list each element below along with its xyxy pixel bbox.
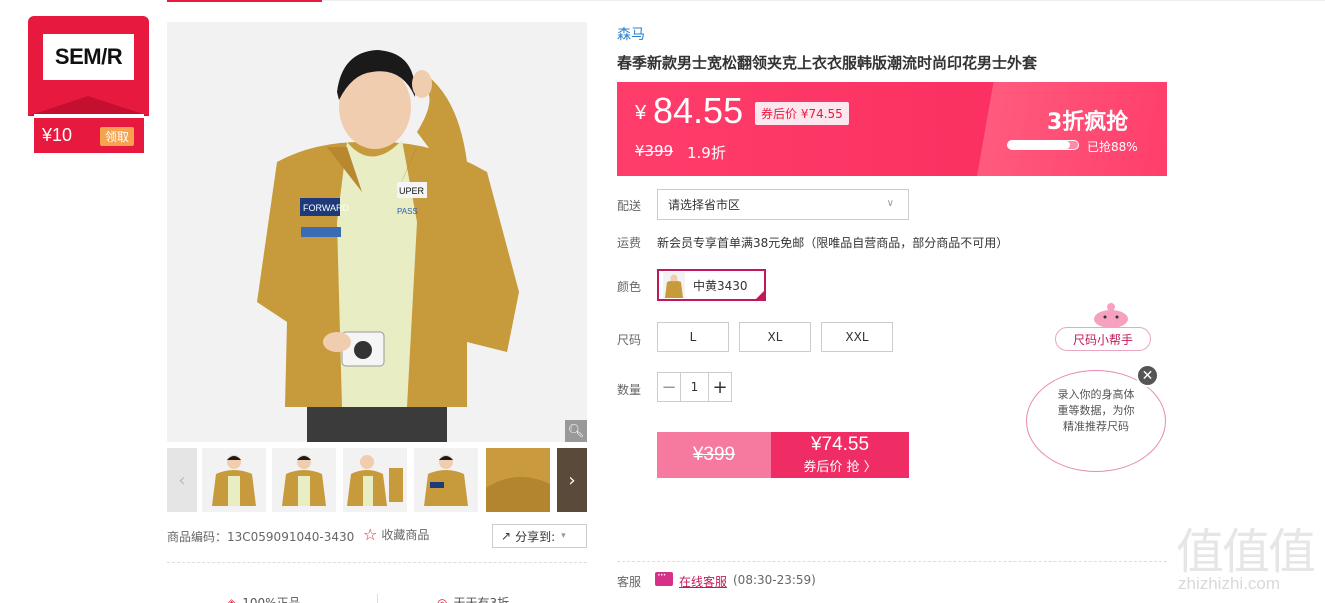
thumbnail-image bbox=[272, 448, 336, 512]
divider bbox=[167, 562, 587, 563]
brand-link[interactable]: 森马 bbox=[617, 24, 645, 44]
color-option-selected[interactable]: 中黄3430 bbox=[657, 269, 766, 301]
shipping-label: 运费 bbox=[617, 236, 642, 250]
discount-rate: 1.9折 bbox=[687, 144, 726, 162]
share-label: 分享到: bbox=[515, 529, 556, 544]
guarantee-discount: ◎ 天天有3折 bbox=[437, 594, 509, 603]
guarantee-authentic: ◈ 100%正品 bbox=[227, 594, 301, 603]
product-page: SEM/R ¥10 领取 FORWARD UPER PASS 🔍︎ ‹ › 商品… bbox=[0, 0, 1325, 603]
thumbnail[interactable] bbox=[343, 448, 407, 512]
model-illustration: FORWARD UPER PASS bbox=[167, 22, 587, 442]
favorite-button[interactable]: ☆ 收藏商品 bbox=[363, 525, 429, 544]
color-swatch bbox=[663, 272, 685, 298]
chevron-left-icon[interactable]: ‹ bbox=[167, 448, 197, 512]
svg-text:UPER: UPER bbox=[399, 186, 425, 196]
region-select-value: 请选择省市区 bbox=[668, 198, 741, 212]
top-divider bbox=[322, 0, 1325, 1]
thumbnail-image bbox=[414, 448, 478, 512]
selected-check-icon bbox=[754, 289, 766, 301]
watermark-chars: 值值值 bbox=[1176, 524, 1316, 580]
color-name: 中黄3430 bbox=[693, 278, 748, 293]
svg-text:FORWARD: FORWARD bbox=[303, 203, 349, 213]
coupon-claim-button[interactable]: 领取 bbox=[99, 127, 134, 146]
badge-fold bbox=[28, 96, 149, 116]
store-coupon[interactable]: ¥10 领取 bbox=[34, 114, 144, 153]
chevron-down-icon: ∨ bbox=[886, 198, 894, 209]
favorite-label: 收藏商品 bbox=[381, 528, 430, 542]
shipping-info: 新会员专享首单满38元免邮（限唯品自营商品，部分商品不可用） bbox=[657, 236, 1009, 250]
service-label: 客服 bbox=[617, 575, 642, 589]
separator bbox=[377, 594, 378, 603]
bubble-line: 录入你的身高体 bbox=[1057, 388, 1135, 401]
bubble-line: 重等数据，为你 bbox=[1057, 404, 1135, 417]
share-icon: ↗ bbox=[501, 529, 512, 543]
svg-text:PASS: PASS bbox=[397, 207, 418, 216]
flash-sale-title: 3折疯抢 bbox=[1047, 110, 1129, 135]
service-hours: (08:30-23:59) bbox=[733, 573, 816, 587]
thumbnail-image bbox=[343, 448, 407, 512]
thumbnail[interactable] bbox=[414, 448, 478, 512]
currency-symbol: ¥ bbox=[635, 102, 647, 124]
current-price: 84.55 bbox=[653, 90, 744, 131]
delivery-label: 配送 bbox=[617, 199, 642, 213]
quantity-value[interactable]: 1 bbox=[680, 373, 709, 401]
coupon-price-tag: 券后价 ¥74.55 bbox=[755, 102, 849, 125]
guarantee-strip: ◈ 100%正品 ◎ 天天有3折 bbox=[167, 590, 587, 603]
quantity-stepper: − 1 + bbox=[657, 372, 732, 402]
divider bbox=[617, 561, 1167, 562]
chat-icon bbox=[655, 568, 673, 586]
star-icon: ☆ bbox=[363, 525, 378, 544]
sold-progress-bar bbox=[1007, 140, 1079, 150]
watermark: 值值值 zhizhizhi.com bbox=[1172, 512, 1322, 602]
thumbnail[interactable] bbox=[272, 448, 336, 512]
sold-progress-fill bbox=[1008, 141, 1070, 149]
chevron-right-icon[interactable]: › bbox=[557, 448, 587, 512]
swatch-image bbox=[663, 272, 685, 298]
decrease-button[interactable]: − bbox=[658, 373, 680, 401]
watermark-url: zhizhizhi.com bbox=[1178, 574, 1281, 593]
buy-coupon-cta: 券后价 抢 〉 bbox=[803, 460, 877, 475]
shield-icon: ◈ bbox=[227, 595, 237, 603]
magnifier-icon[interactable]: 🔍︎ bbox=[565, 420, 587, 442]
thumbnail[interactable] bbox=[486, 448, 550, 512]
color-label: 颜色 bbox=[617, 280, 642, 294]
thumbnail-image bbox=[486, 448, 550, 512]
region-select[interactable]: 请选择省市区 ∨ bbox=[657, 189, 909, 220]
size-option-xl[interactable]: XL bbox=[739, 322, 811, 352]
original-price: ¥399 bbox=[635, 142, 674, 160]
increase-button[interactable]: + bbox=[709, 373, 731, 401]
close-icon[interactable]: ✕ bbox=[1136, 364, 1159, 387]
product-title: 春季新款男士宽松翻领夹克上衣衣服韩版潮流时尚印花男士外套 bbox=[617, 54, 1038, 72]
thumbnail-image bbox=[202, 448, 266, 512]
product-sku: 商品编码：13C059091040-3430 bbox=[167, 530, 355, 544]
size-option-l[interactable]: L bbox=[657, 322, 729, 352]
buy-coupon-price: ¥74.55 bbox=[810, 434, 870, 455]
online-service-link[interactable]: 在线客服 bbox=[679, 573, 727, 590]
price-panel: ¥ 84.55 券后价 ¥74.55 ¥399 1.9折 3折疯抢 已抢88% bbox=[617, 82, 1167, 176]
guarantee-discount-label: 天天有3折 bbox=[453, 596, 510, 603]
store-badge[interactable]: SEM/R bbox=[28, 16, 149, 116]
sold-percentage: 已抢88% bbox=[1087, 140, 1138, 154]
buy-original-price[interactable]: ¥399 bbox=[657, 432, 771, 478]
store-logo: SEM/R bbox=[43, 34, 134, 80]
mascot-icon[interactable] bbox=[1091, 301, 1131, 327]
size-helper-tag[interactable]: 尺码小帮手 bbox=[1055, 327, 1151, 351]
buy-with-coupon-button[interactable]: ¥74.55 券后价 抢 〉 bbox=[771, 432, 909, 478]
thumbnail[interactable] bbox=[202, 448, 266, 512]
guarantee-authentic-label: 100%正品 bbox=[242, 596, 301, 603]
quantity-label: 数量 bbox=[617, 383, 642, 397]
size-option-xxl[interactable]: XXL bbox=[821, 322, 893, 352]
caret-down-icon: ▾ bbox=[561, 531, 566, 541]
discount-icon: ◎ bbox=[437, 595, 448, 603]
bubble-line: 精准推荐尺码 bbox=[1063, 420, 1129, 433]
coupon-value: ¥10 bbox=[42, 125, 73, 145]
share-button[interactable]: ↗ 分享到: ▾ bbox=[492, 524, 587, 548]
active-tab-indicator bbox=[167, 0, 322, 2]
size-label: 尺码 bbox=[617, 333, 642, 347]
main-product-image[interactable]: FORWARD UPER PASS 🔍︎ bbox=[167, 22, 587, 442]
